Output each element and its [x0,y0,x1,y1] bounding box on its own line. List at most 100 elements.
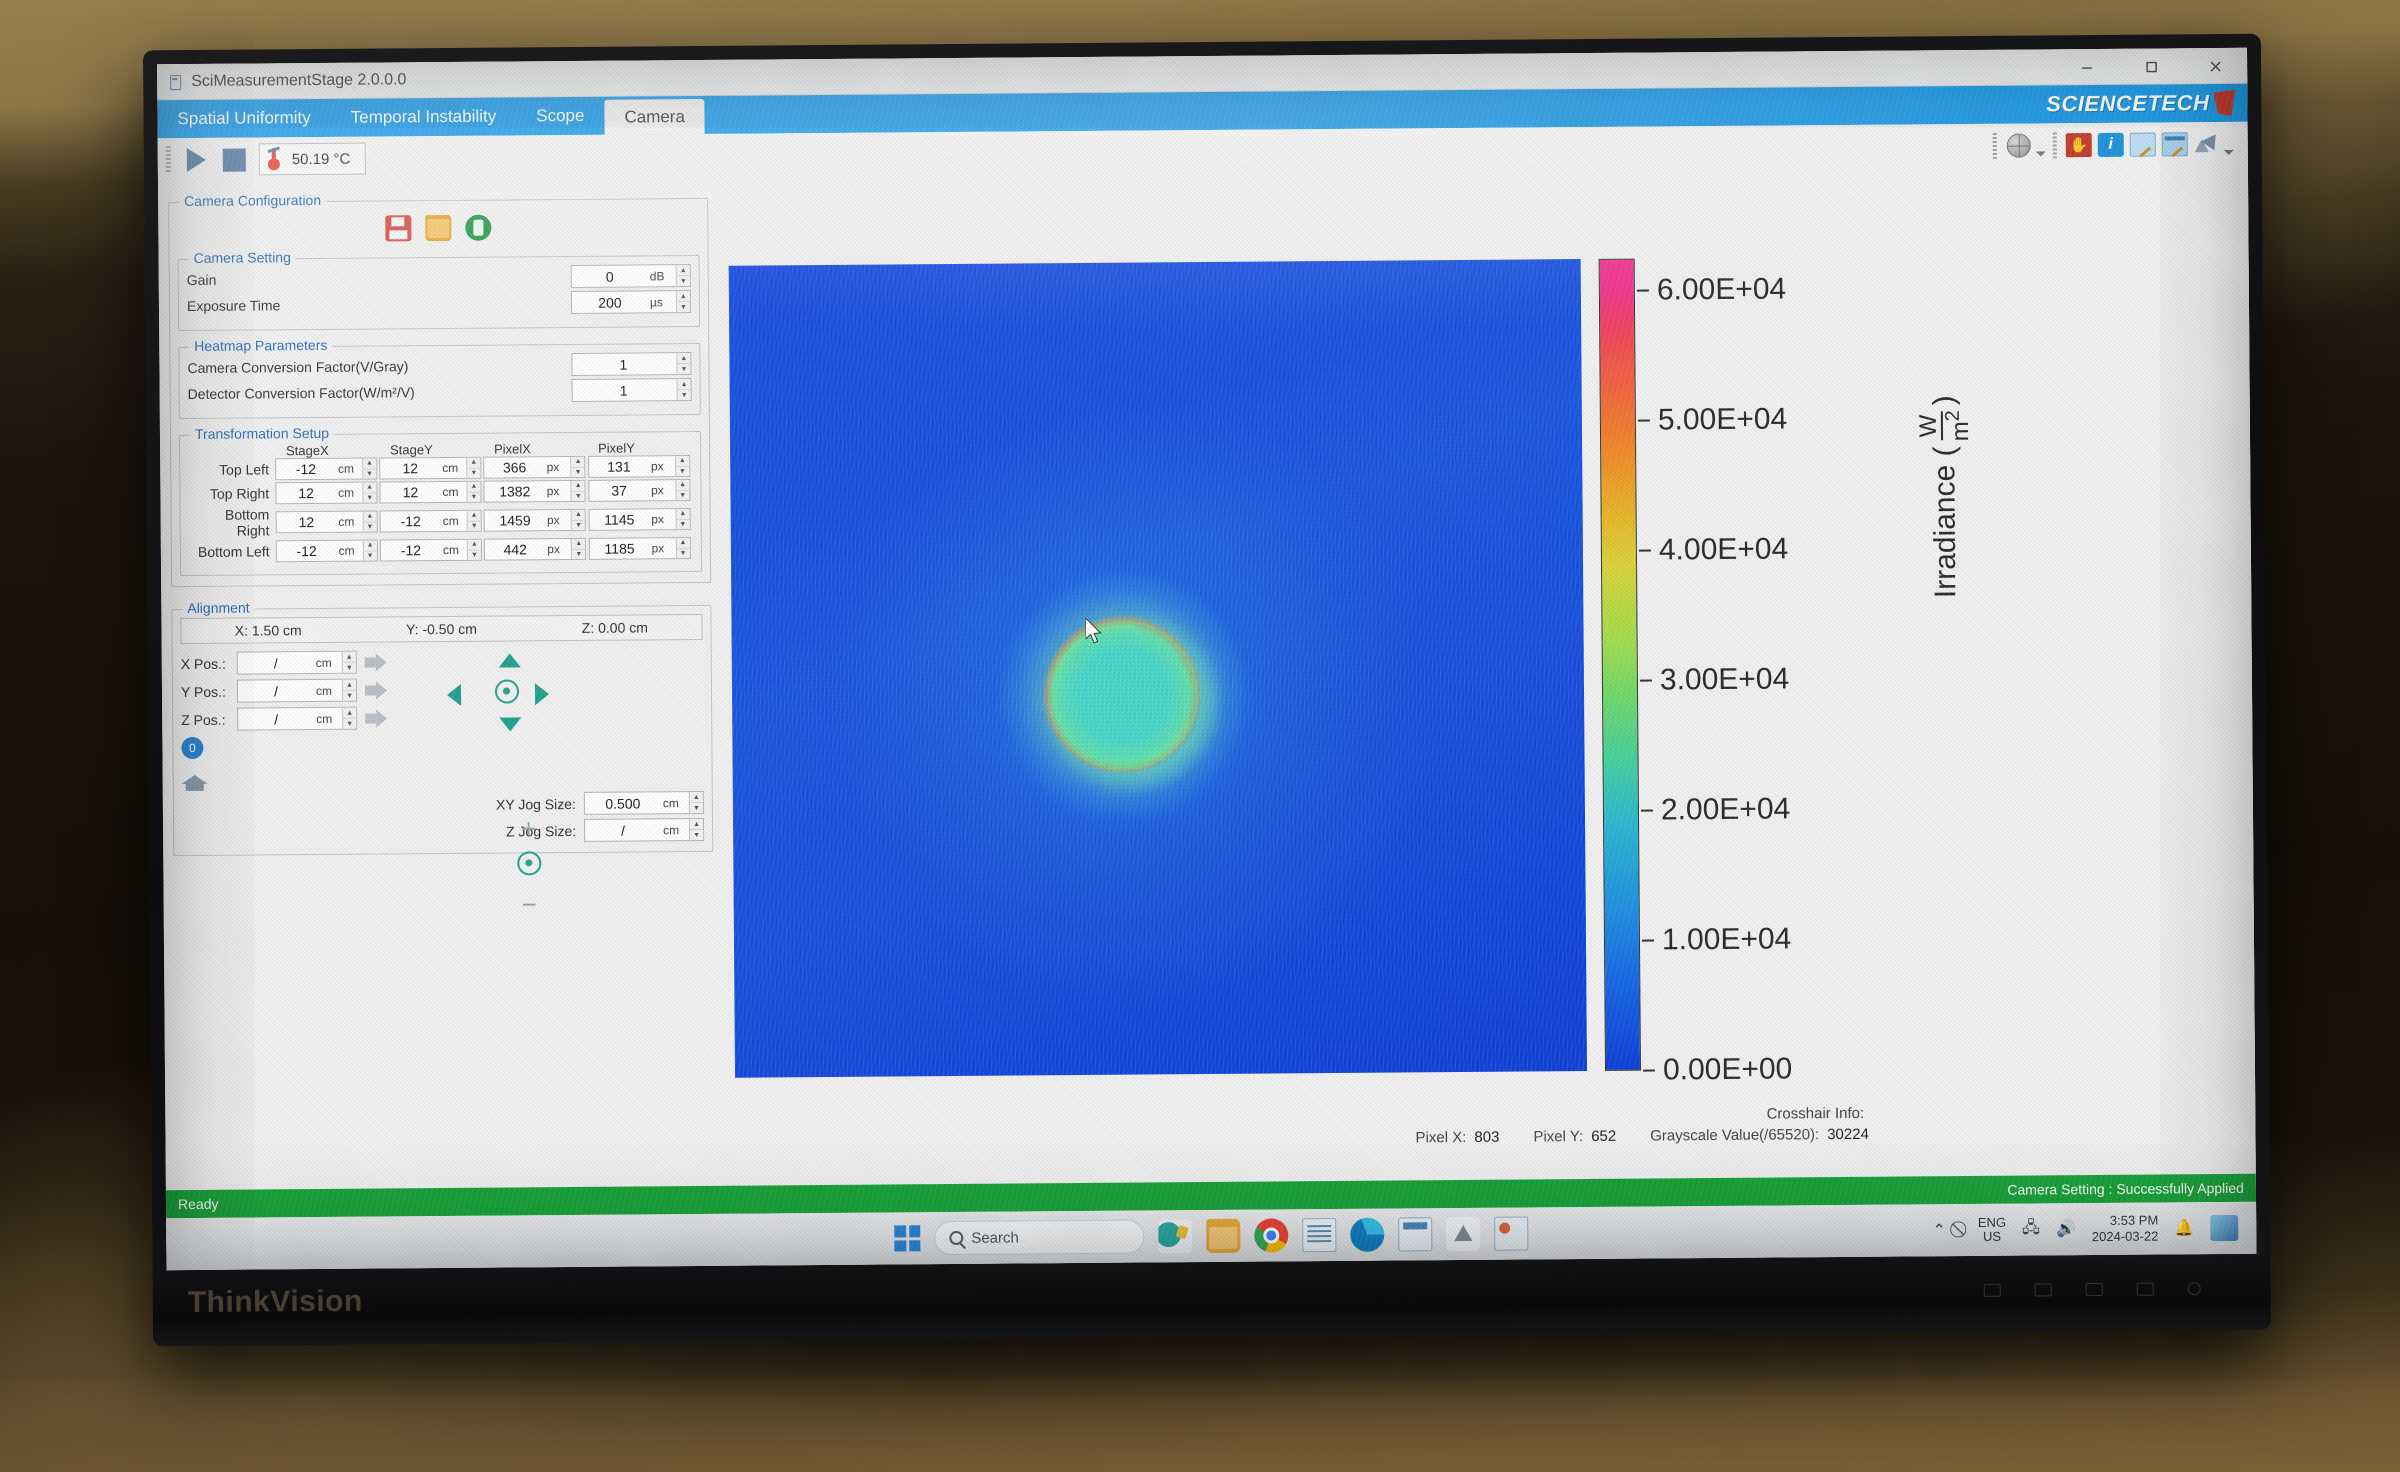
tab-temporal-instability[interactable]: Temporal Instability [331,97,517,136]
xy-jog-input[interactable]: 0.500 cm ▲ ▼ [583,790,704,815]
xy-jog-arrows[interactable]: ▲ ▼ [688,791,703,814]
tab-scope[interactable]: Scope [516,97,604,136]
minimize-button[interactable] [2055,49,2119,85]
cursor-icon[interactable] [2192,129,2222,159]
globe-icon[interactable] [2004,130,2034,160]
edge-icon[interactable] [1350,1217,1385,1252]
paint-icon[interactable] [1158,1219,1193,1254]
tl-stagey-stepper[interactable]: 12 cm ▲ ▼ [379,456,482,480]
chrome-icon[interactable] [1254,1218,1289,1253]
folder-icon[interactable] [1206,1218,1241,1254]
apply-config-icon[interactable] [465,214,492,241]
calculator-icon[interactable] [1398,1217,1433,1252]
tl-pixelx-stepper[interactable]: 366 px ▲ ▼ [483,455,586,479]
y-pos-input[interactable]: / cm ▲ ▼ [236,678,358,703]
jog-down-button[interactable] [499,717,522,732]
x-pos-go-icon[interactable] [365,653,387,671]
br-pixelx-stepper[interactable]: 1459 px ▲ ▼ [483,508,587,532]
hand-icon[interactable]: ✋ [2064,130,2094,160]
br-pixely-stepper[interactable]: 1145 px ▲ ▼ [588,508,691,531]
tr-pixelx-stepper[interactable]: 1382 px ▲ ▼ [483,479,586,503]
jog-left-button[interactable] [446,683,462,706]
bl-stagey-stepper[interactable]: -12 cm ▲ ▼ [379,538,482,562]
search-input[interactable]: Search [934,1219,1145,1256]
tr-stagex-arrows[interactable]: ▲ ▼ [362,482,377,503]
tl-pixely-arrows[interactable]: ▲ ▼ [674,456,689,477]
x-pos-input[interactable]: / cm ▲ ▼ [236,650,357,675]
tl-stagex-arrows[interactable]: ▲ ▼ [361,458,377,479]
notepad-icon[interactable] [1302,1218,1337,1253]
tr-stagey-arrows[interactable]: ▲ ▼ [466,481,481,502]
bl-pixely-stepper[interactable]: 1185 px ▲ ▼ [588,537,691,560]
br-stagey-arrows[interactable]: ▲ ▼ [466,510,481,531]
jog-right-button[interactable] [534,683,550,706]
volume-icon[interactable]: 🔊 [2056,1219,2076,1239]
z-jog-input[interactable]: / cm ▲ ▼ [583,817,705,842]
tr-stagex-stepper[interactable]: 12 cm ▲ ▼ [275,481,378,505]
toolbar-grip-3[interactable] [2052,132,2057,159]
tl-stagex-stepper[interactable]: -12 cm ▲ ▼ [274,457,378,481]
y-pos-go-icon[interactable] [365,681,387,699]
tl-pixelx-arrows[interactable]: ▲ ▼ [570,456,585,477]
bl-stagex-stepper[interactable]: -12 cm ▲ ▼ [275,539,378,563]
gain-arrows[interactable]: ▲ ▼ [675,265,690,287]
close-button[interactable] [2183,48,2247,84]
bl-pixelx-stepper[interactable]: 442 px ▲ ▼ [484,537,587,561]
gain-stepper[interactable]: 0 dB ▲ ▼ [570,264,691,288]
br-stagex-stepper[interactable]: 12 cm ▲ ▼ [275,510,378,534]
chevron-up-icon[interactable]: ⌃ [1932,1220,1946,1240]
tr-pixely-stepper[interactable]: 37 px ▲ ▼ [588,479,691,502]
detector-conversion-arrows[interactable]: ▲ ▼ [676,379,691,401]
exposure-arrows[interactable]: ▲ ▼ [675,291,691,313]
z-pos-go-icon[interactable] [365,709,387,727]
tr-stagey-stepper[interactable]: 12 cm ▲ ▼ [379,480,482,504]
camera-conversion-arrows[interactable]: ▲ ▼ [676,353,691,375]
edit-icon[interactable] [2128,130,2158,160]
bl-pixelx-arrows[interactable]: ▲ ▼ [571,538,586,559]
br-pixelx-arrows[interactable]: ▲ ▼ [570,509,586,530]
z-jog-center-button[interactable] [517,851,542,876]
toolbar-grip-2[interactable] [1992,132,1997,159]
monitor-button-2[interactable] [2034,1283,2052,1297]
toolbar-grip[interactable] [165,146,171,175]
annotate-icon[interactable] [2160,129,2190,159]
z-pos-input[interactable]: / cm ▲ ▼ [237,706,358,731]
tl-stagey-arrows[interactable]: ▲ ▼ [466,457,481,478]
monitor-button-4[interactable] [2136,1282,2154,1296]
br-stagey-stepper[interactable]: -12 cm ▲ ▼ [379,509,482,533]
z-jog-plus-button[interactable]: + [521,813,536,843]
chevron-down-icon[interactable] [2035,151,2046,157]
tr-pixelx-arrows[interactable]: ▲ ▼ [570,480,585,501]
language-indicator[interactable]: ENG US [1978,1215,2006,1244]
chevron-down-icon-2[interactable] [2223,149,2234,155]
bl-pixely-arrows[interactable]: ▲ ▼ [675,538,690,559]
x-pos-arrows[interactable]: ▲ ▼ [341,651,356,673]
tr-pixely-arrows[interactable]: ▲ ▼ [675,480,690,501]
jog-up-button[interactable] [498,653,521,668]
camera-conversion-stepper[interactable]: 1 ▲ ▼ [571,352,692,376]
z-pos-arrows[interactable]: ▲ ▼ [342,707,357,729]
bl-stagex-arrows[interactable]: ▲ ▼ [362,540,377,561]
jog-center-button[interactable] [494,679,520,704]
monitor-power-button[interactable] [2187,1282,2201,1296]
exposure-stepper[interactable]: 200 µs ▲ ▼ [570,290,692,314]
notifications-icon[interactable]: 🔔 [2174,1218,2194,1238]
stop-button[interactable] [215,142,253,176]
tab-camera[interactable]: Camera [604,98,706,135]
bl-stagey-arrows[interactable]: ▲ ▼ [466,539,481,560]
br-pixely-arrows[interactable]: ▲ ▼ [675,509,690,530]
y-pos-arrows[interactable]: ▲ ▼ [341,679,357,701]
br-stagex-arrows[interactable]: ▲ ▼ [362,511,377,532]
z-jog-arrows[interactable]: ▲ ▼ [688,818,704,841]
detector-conversion-stepper[interactable]: 1 ▲ ▼ [571,378,692,402]
info-icon[interactable]: i [2096,130,2126,160]
tray-app-icon[interactable] [2210,1214,2239,1242]
tab-spatial-uniformity[interactable]: Spatial Uniformity [157,99,331,138]
start-button[interactable] [894,1225,921,1252]
maximize-restore-button[interactable] [2119,48,2183,84]
irradiance-heatmap[interactable] [728,259,1588,1078]
save-config-icon[interactable] [385,215,412,242]
play-button[interactable] [177,143,215,177]
matlab-icon[interactable] [1446,1216,1481,1252]
open-folder-icon[interactable] [425,214,452,242]
